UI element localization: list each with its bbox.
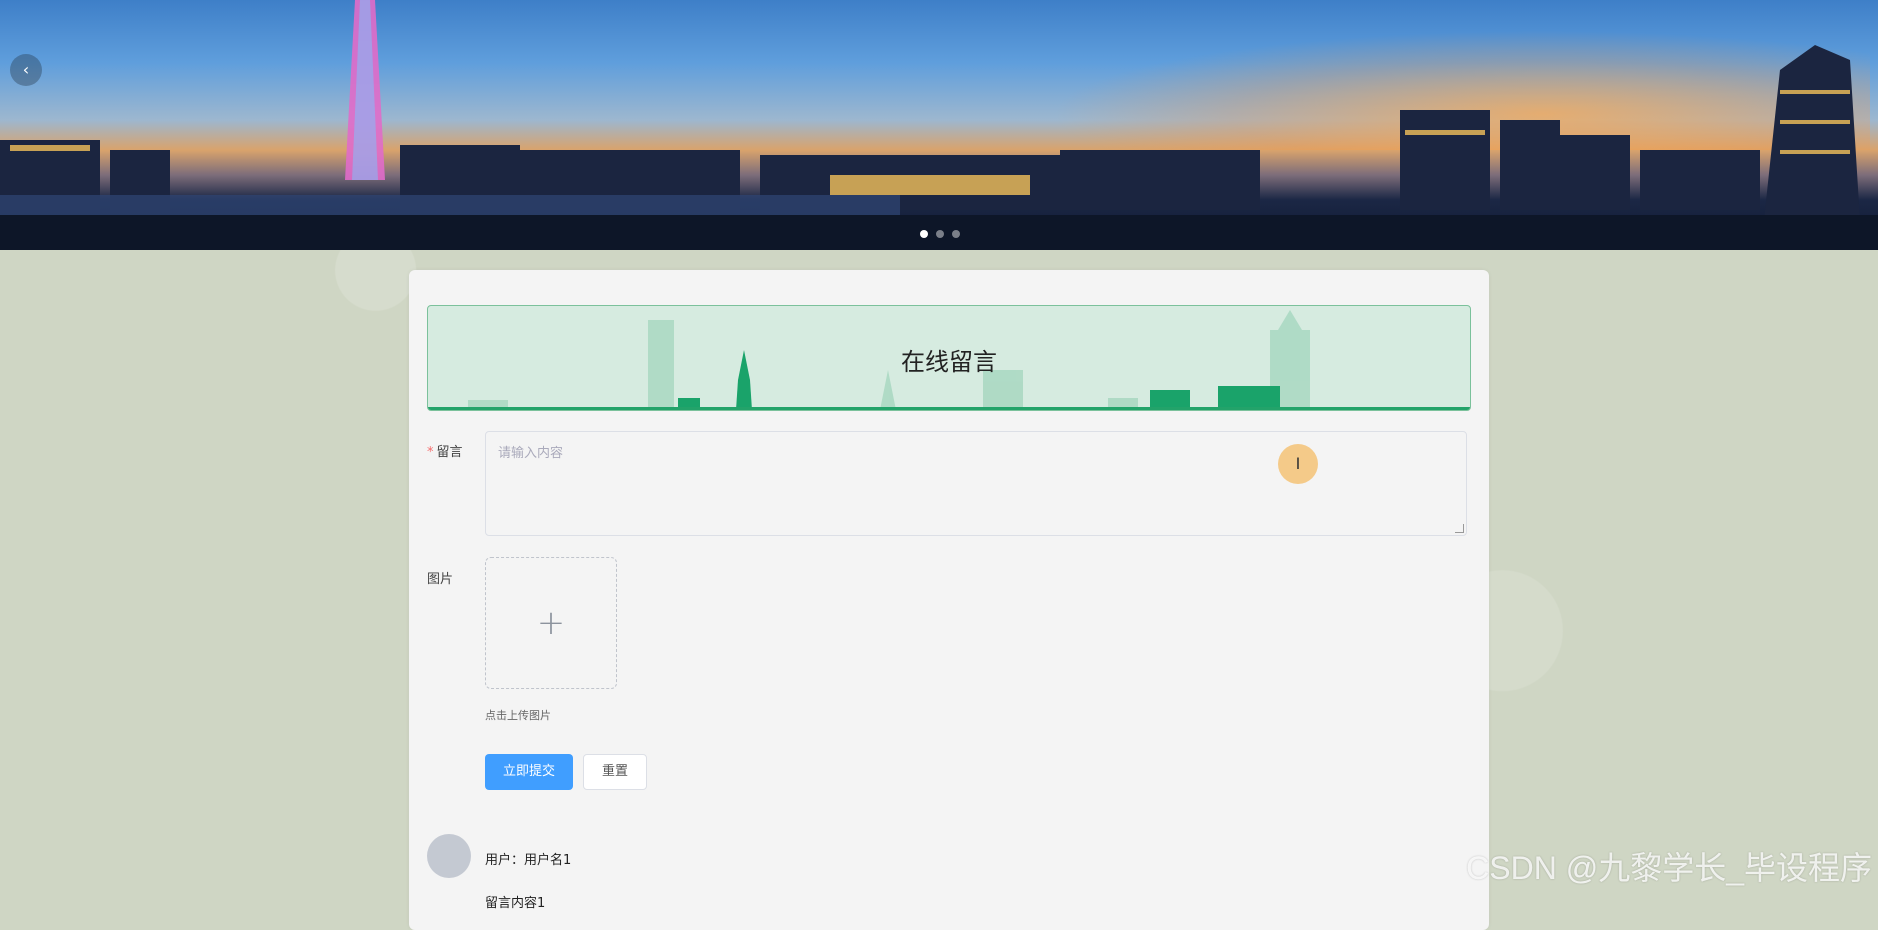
required-mark: * — [427, 445, 434, 460]
carousel-indicator[interactable] — [952, 230, 960, 238]
avatar — [427, 834, 471, 878]
message-textarea[interactable]: 请输入内容 — [485, 431, 1467, 536]
banner-carousel: ‹ — [0, 0, 1878, 250]
message-board-card: 在线留言 * 留言 请输入内容 I 图片 + 点击上传图片 立即提交 重置 用户：… — [409, 270, 1489, 930]
reset-button[interactable]: 重置 — [583, 754, 647, 790]
carousel-indicator[interactable] — [936, 230, 944, 238]
comment-user-prefix: 用户： — [485, 853, 525, 868]
cursor-glyph: I — [1295, 454, 1301, 473]
message-label-text: 留言 — [436, 445, 463, 460]
message-placeholder: 请输入内容 — [498, 446, 564, 461]
comment-user-name: 用户名1 — [524, 853, 572, 868]
carousel-indicators — [920, 230, 960, 238]
resize-handle[interactable] — [1455, 524, 1464, 533]
plus-icon: + — [536, 603, 566, 643]
carousel-indicator[interactable] — [920, 230, 928, 238]
upload-tip: 点击上传图片 — [485, 709, 551, 722]
page-title-banner: 在线留言 — [427, 305, 1471, 411]
image-upload-button[interactable]: + — [485, 557, 617, 689]
text-cursor-icon: I — [1278, 444, 1318, 484]
banner-city-image — [0, 0, 1878, 250]
title-underline — [428, 407, 1470, 410]
submit-button[interactable]: 立即提交 — [485, 754, 573, 790]
message-label: * 留言 — [427, 441, 463, 460]
image-label: 图片 — [427, 572, 454, 587]
carousel-prev-button[interactable]: ‹ — [10, 54, 42, 86]
page-title: 在线留言 — [901, 348, 997, 376]
comment-user: 用户：用户名1 — [485, 849, 571, 868]
watermark: CSDN @九黎学长_毕设程序 — [1466, 850, 1872, 886]
chevron-left-icon: ‹ — [22, 60, 30, 79]
comment-content: 留言内容1 — [485, 896, 546, 911]
